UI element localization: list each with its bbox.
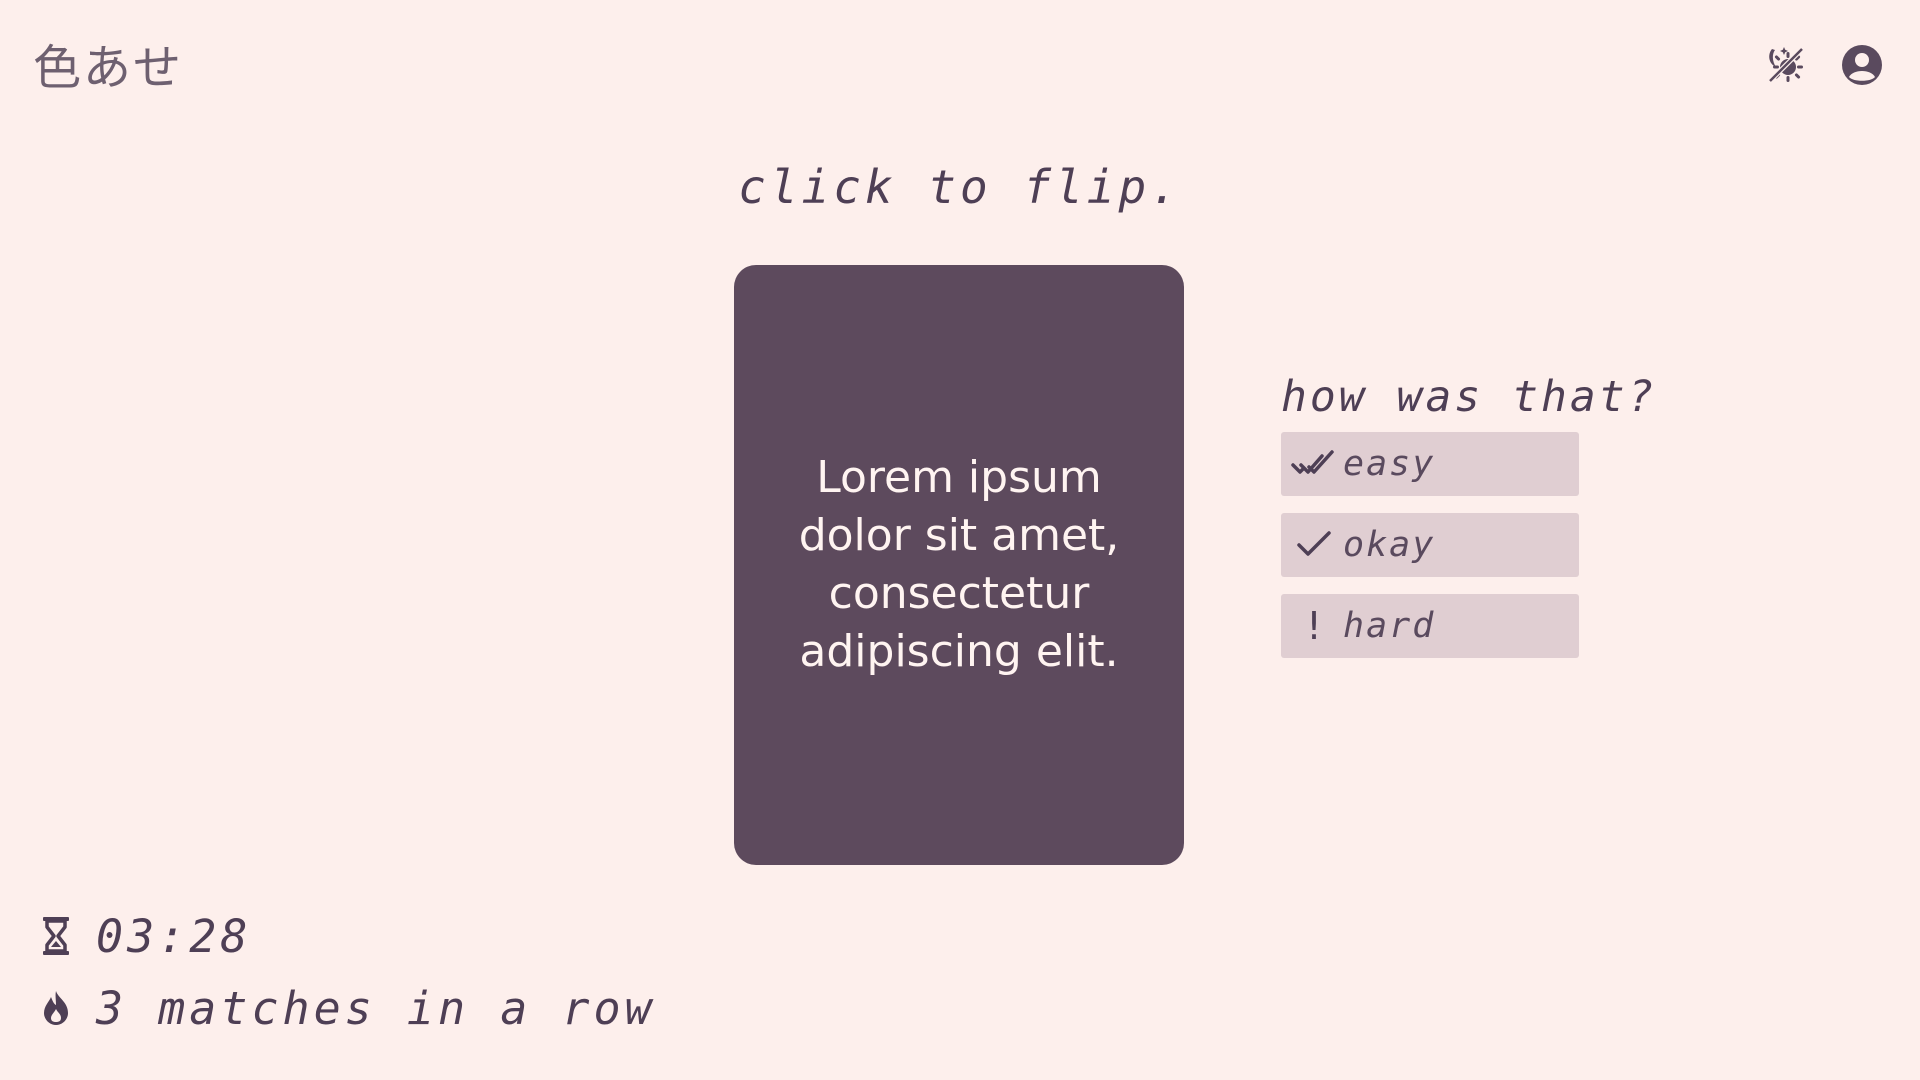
rate-easy-button[interactable]: easy [1281,432,1579,496]
streak-value: 3 matches in a row [96,981,656,1035]
timer-row: 03:28 [38,900,656,972]
flip-instruction: click to flip. [738,160,1182,214]
timer-value: 03:28 [96,909,252,963]
account-icon [1842,45,1882,85]
rate-easy-label: easy [1343,444,1436,484]
rating-question: how was that? [1281,372,1657,422]
flashcard[interactable]: Lorem ipsum dolor sit amet, consectetur … [734,265,1184,865]
double-check-icon [1291,441,1337,487]
theme-toggle-icon [1768,47,1804,83]
rate-okay-button[interactable]: okay [1281,513,1579,577]
streak-row: 3 matches in a row [38,972,656,1044]
rate-hard-button[interactable]: ! hard [1281,594,1579,658]
rate-okay-label: okay [1343,525,1436,565]
session-stats: 03:28 3 matches in a row [38,900,656,1044]
account-button[interactable] [1839,42,1885,88]
difficulty-rating: how was that? easy okay ! hard [1281,372,1657,675]
exclamation-icon: ! [1306,604,1322,648]
check-icon [1291,522,1337,568]
hourglass-icon [38,913,74,959]
fire-icon [38,985,74,1031]
rate-hard-label: hard [1343,606,1436,646]
app-logo: 色あせ [33,40,184,96]
flashcard-text: Lorem ipsum dolor sit amet, consectetur … [798,452,1120,677]
top-bar-actions [1763,42,1885,88]
theme-toggle-button[interactable] [1763,42,1809,88]
app-page: 色あせ click to flip. Lorem ipsum dolor sit… [0,0,1920,1080]
